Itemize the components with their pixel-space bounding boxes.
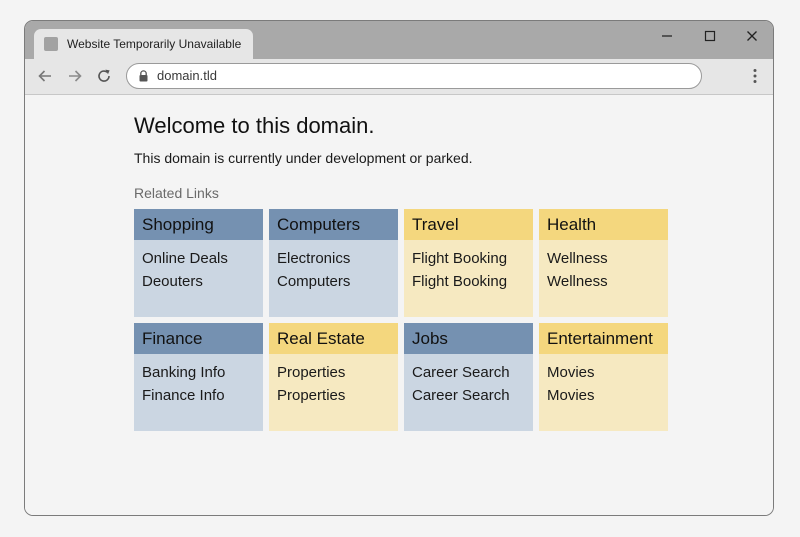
close-button[interactable] [738, 25, 766, 47]
page-content: Welcome to this domain. This domain is c… [25, 95, 773, 515]
category-card: Travel Flight Booking Flight Booking [404, 209, 533, 317]
category-grid: Shopping Online Deals Deouters Computers… [134, 209, 668, 431]
page-subtitle: This domain is currently under developme… [134, 150, 473, 166]
category-title[interactable]: Shopping [134, 209, 263, 240]
browser-toolbar: domain.tld [25, 59, 773, 95]
category-card: Entertainment Movies Movies [539, 323, 668, 431]
category-title[interactable]: Real Estate [269, 323, 398, 354]
favicon-icon [44, 37, 58, 51]
more-vertical-icon [753, 69, 757, 83]
category-link[interactable]: Wellness [547, 270, 668, 293]
category-link[interactable]: Computers [277, 270, 398, 293]
category-link[interactable]: Flight Booking [412, 247, 533, 270]
category-card: Real Estate Properties Properties [269, 323, 398, 431]
category-title[interactable]: Travel [404, 209, 533, 240]
lock-icon [139, 70, 148, 82]
back-button[interactable] [36, 67, 54, 85]
reload-icon [98, 69, 110, 82]
category-title[interactable]: Finance [134, 323, 263, 354]
maximize-icon [704, 30, 716, 42]
category-link[interactable]: Banking Info [142, 361, 263, 384]
browser-menu-button[interactable] [751, 67, 759, 85]
related-links-label: Related Links [134, 185, 219, 201]
tab-title: Website Temporarily Unavailable [67, 37, 242, 51]
forward-arrow-icon [69, 70, 82, 82]
reload-button[interactable] [95, 67, 113, 85]
category-link[interactable]: Wellness [547, 247, 668, 270]
category-link[interactable]: Career Search [412, 384, 533, 407]
minimize-button[interactable] [653, 25, 681, 47]
title-bar: Website Temporarily Unavailable [25, 21, 773, 59]
address-bar[interactable]: domain.tld [126, 63, 702, 89]
page-heading: Welcome to this domain. [134, 113, 375, 138]
category-card: Computers Electronics Computers [269, 209, 398, 317]
browser-tab[interactable]: Website Temporarily Unavailable [34, 29, 253, 59]
close-icon [747, 31, 757, 41]
category-card: Health Wellness Wellness [539, 209, 668, 317]
category-link[interactable]: Career Search [412, 361, 533, 384]
minimize-icon [662, 35, 672, 37]
category-link[interactable]: Movies [547, 361, 668, 384]
category-link[interactable]: Movies [547, 384, 668, 407]
category-card: Jobs Career Search Career Search [404, 323, 533, 431]
category-card: Shopping Online Deals Deouters [134, 209, 263, 317]
browser-window: Website Temporarily Unavailable domain.t… [24, 20, 774, 516]
back-arrow-icon [38, 70, 51, 82]
category-link[interactable]: Deouters [142, 270, 263, 293]
category-card: Finance Banking Info Finance Info [134, 323, 263, 431]
category-link[interactable]: Online Deals [142, 247, 263, 270]
category-title[interactable]: Health [539, 209, 668, 240]
category-title[interactable]: Entertainment [539, 323, 668, 354]
category-title[interactable]: Computers [269, 209, 398, 240]
category-link[interactable]: Properties [277, 384, 398, 407]
category-link[interactable]: Properties [277, 361, 398, 384]
category-link[interactable]: Flight Booking [412, 270, 533, 293]
category-title[interactable]: Jobs [404, 323, 533, 354]
url-text: domain.tld [157, 68, 217, 83]
category-link[interactable]: Electronics [277, 247, 398, 270]
category-link[interactable]: Finance Info [142, 384, 263, 407]
forward-button[interactable] [66, 67, 84, 85]
maximize-button[interactable] [696, 25, 724, 47]
